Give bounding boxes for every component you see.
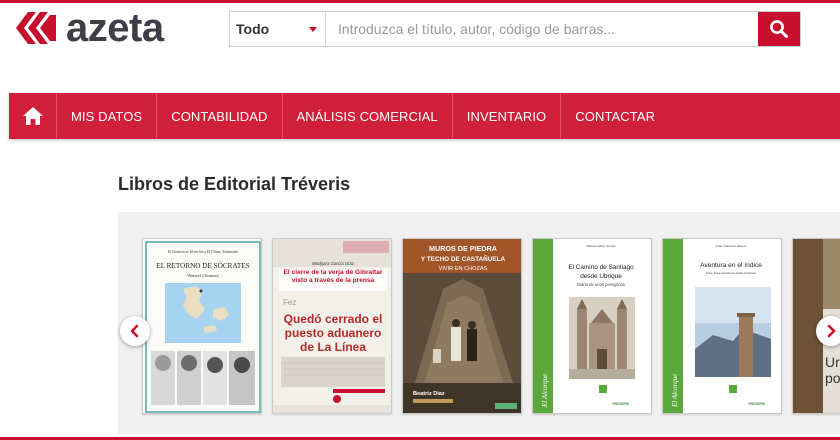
book-author: Wenzel Chomsot: [187, 273, 219, 278]
book-card[interactable]: El Alcorque Juan Francisco Ramos Aventur…: [662, 238, 782, 414]
book-cover-muros-piedra: MUROS DE PIEDRA Y TECHO DE CASTAÑUELA VI…: [403, 239, 521, 413]
search-input[interactable]: [326, 12, 758, 46]
azeta-logo[interactable]: azeta: [16, 8, 164, 48]
nav-item-contabilidad[interactable]: CONTABILIDAD: [157, 93, 283, 139]
book-title: El cierre de la verja de Gibraltar visto…: [283, 269, 383, 284]
book-subtitle: Índice, dícese del dedo que señala al ho…: [706, 272, 757, 275]
search-icon: [770, 20, 788, 38]
book-fragment: po: [825, 370, 840, 386]
book-author: Madgara García Díaz: [312, 261, 355, 266]
book-title: desde Ubrique: [580, 273, 622, 280]
search-button[interactable]: [758, 12, 800, 46]
book-author: Juan Francisco Ramos: [716, 244, 747, 248]
book-author: Beatriz Díaz: [413, 391, 445, 397]
book-title: EL RETORNO DE SÓCRATES: [156, 260, 249, 270]
main-nav: MIS DATOS CONTABILIDAD ANÁLISIS COMERCIA…: [9, 93, 840, 139]
chevron-right-icon: [827, 324, 836, 338]
nav-item-inventario[interactable]: INVENTARIO: [453, 93, 562, 139]
home-icon: [22, 107, 43, 125]
nav-item-contactar[interactable]: CONTACTAR: [561, 93, 669, 139]
book-cover-retorno-socrates: El Cuarteto de Heráclito y El Último Tes…: [143, 239, 261, 413]
book-publisher: TREVERIS: [612, 402, 630, 406]
search-category-select[interactable]: Todo: [230, 12, 326, 46]
book-card[interactable]: Madgara García Díaz El cierre de la verj…: [272, 238, 392, 414]
book-headline: puesto aduanero: [285, 326, 382, 340]
book-headline: Quedó cerrado el: [284, 312, 383, 326]
nav-home[interactable]: [9, 93, 57, 139]
carousel-next-button[interactable]: [816, 316, 840, 346]
book-headline: de La Línea: [300, 340, 366, 354]
books-carousel: El Cuarteto de Heráclito y El Último Tes…: [118, 212, 840, 434]
book-title: El Camino de Santiago: [568, 264, 634, 271]
section-title: Libros de Editorial Tréveris: [118, 174, 351, 194]
nav-item-mis-datos[interactable]: MIS DATOS: [57, 93, 158, 139]
book-card[interactable]: El Cuarteto de Heráclito y El Último Tes…: [142, 238, 262, 414]
logo-text: azeta: [66, 6, 164, 50]
search-category-value: Todo: [236, 21, 270, 37]
carousel-prev-button[interactable]: [120, 316, 150, 346]
search-bar: Todo: [229, 11, 801, 47]
book-subtitle: VIVIR EN CHOZAS: [439, 266, 488, 272]
book-title: Y TECHO DE CASTAÑUELA: [421, 254, 506, 263]
book-card[interactable]: El Alcorque Manuel Ayllón Gómez El Camin…: [532, 238, 652, 414]
book-collection: El Alcorque: [671, 374, 679, 408]
book-subtitle: Diario de unos peregrinos: [577, 282, 625, 287]
book-cover-verja-gibraltar: Madgara García Díaz El cierre de la verj…: [273, 239, 391, 413]
top-accent-line: [0, 0, 840, 3]
book-cover-aventura-indice: El Alcorque Juan Francisco Ramos Aventur…: [663, 239, 781, 413]
book-fragment: Ur: [825, 354, 840, 370]
chevron-left-icon: [130, 324, 139, 338]
book-author: Manuel Ayllón Gómez: [586, 244, 616, 248]
book-series: El Cuarteto de Heráclito y El Último Tes…: [167, 249, 239, 254]
caret-down-icon: [309, 26, 317, 32]
book-title: MUROS DE PIEDRA: [429, 244, 497, 253]
book-publisher: TREVERIS: [748, 402, 766, 406]
azeta-logo-mark-icon: [16, 12, 56, 44]
book-cover-camino-santiago: El Alcorque Manuel Ayllón Gómez El Camin…: [533, 239, 651, 413]
book-fragment: Fez: [283, 298, 296, 307]
nav-item-analisis-comercial[interactable]: ANÁLISIS COMERCIAL: [283, 93, 453, 139]
book-card[interactable]: MUROS DE PIEDRA Y TECHO DE CASTAÑUELA VI…: [402, 238, 522, 414]
book-title: Aventura en el índice: [700, 262, 762, 269]
book-collection: El Alcorque: [541, 374, 549, 408]
